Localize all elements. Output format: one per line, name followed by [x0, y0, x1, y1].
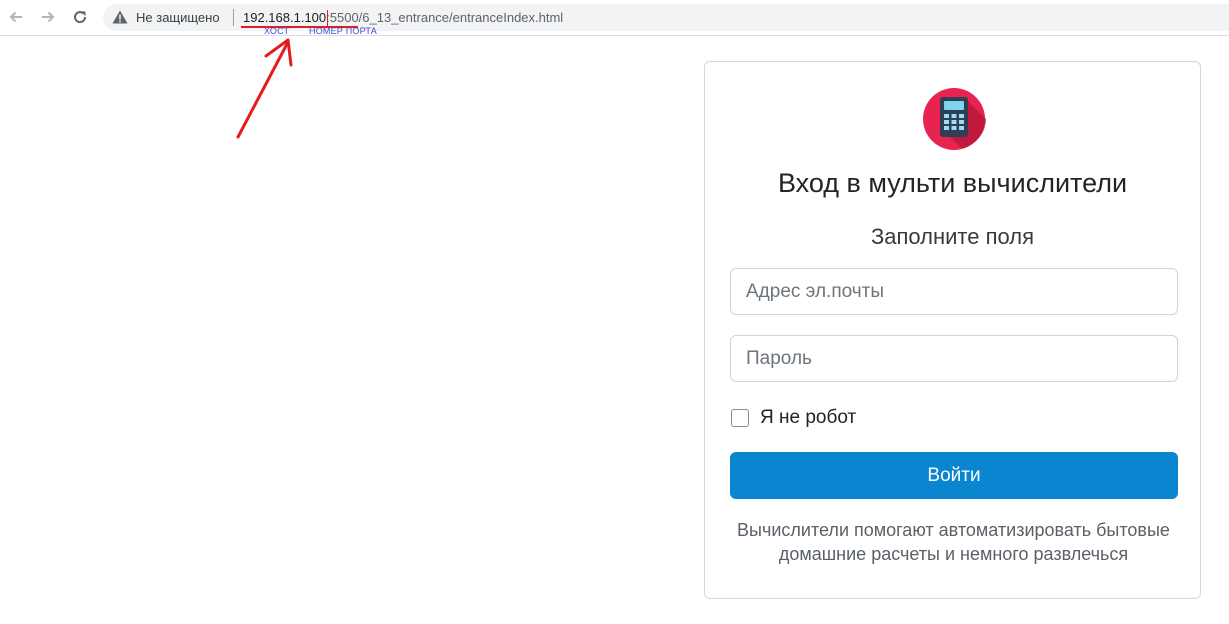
- login-button[interactable]: Войти: [730, 452, 1178, 499]
- port-divider-mark: [327, 10, 328, 26]
- url-host: 192.168.1.100: [243, 10, 327, 25]
- robot-checkbox[interactable]: [731, 409, 749, 427]
- login-subtitle: Заполните поля: [870, 224, 1035, 249]
- red-arrow-icon: [236, 38, 293, 139]
- login-footnote: Вычислители помогают автоматизировать бы…: [737, 520, 1170, 564]
- forward-arrow-icon: [42, 11, 55, 23]
- omnibox-separator: [233, 9, 234, 26]
- back-arrow-icon: [9, 11, 22, 23]
- browser-toolbar: Не защищено 192.168.1.100:5500/6_13_entr…: [0, 0, 1229, 36]
- url-text[interactable]: 192.168.1.100:5500/6_13_entrance/entranc…: [243, 10, 563, 25]
- email-input[interactable]: [730, 268, 1178, 315]
- password-input[interactable]: [730, 335, 1178, 382]
- login-card: Вход в мульти вычислители Заполните поля…: [704, 61, 1201, 599]
- robot-checkbox-label[interactable]: Я не робот: [760, 407, 856, 429]
- forward-button[interactable]: [36, 5, 60, 29]
- login-title: Вход в мульти вычислители: [777, 168, 1128, 198]
- back-button[interactable]: [4, 5, 28, 29]
- url-path: :5500/6_13_entrance/entranceIndex.html: [326, 10, 564, 25]
- reload-button[interactable]: [68, 5, 92, 29]
- warning-icon: [112, 10, 128, 24]
- security-status-label[interactable]: Не защищено: [136, 10, 220, 25]
- reload-icon: [74, 11, 87, 24]
- port-annotation: НОМЕР ПОРТА: [309, 26, 377, 36]
- calculator-icon: [923, 88, 986, 150]
- robot-check-row: Я не робот: [730, 406, 856, 430]
